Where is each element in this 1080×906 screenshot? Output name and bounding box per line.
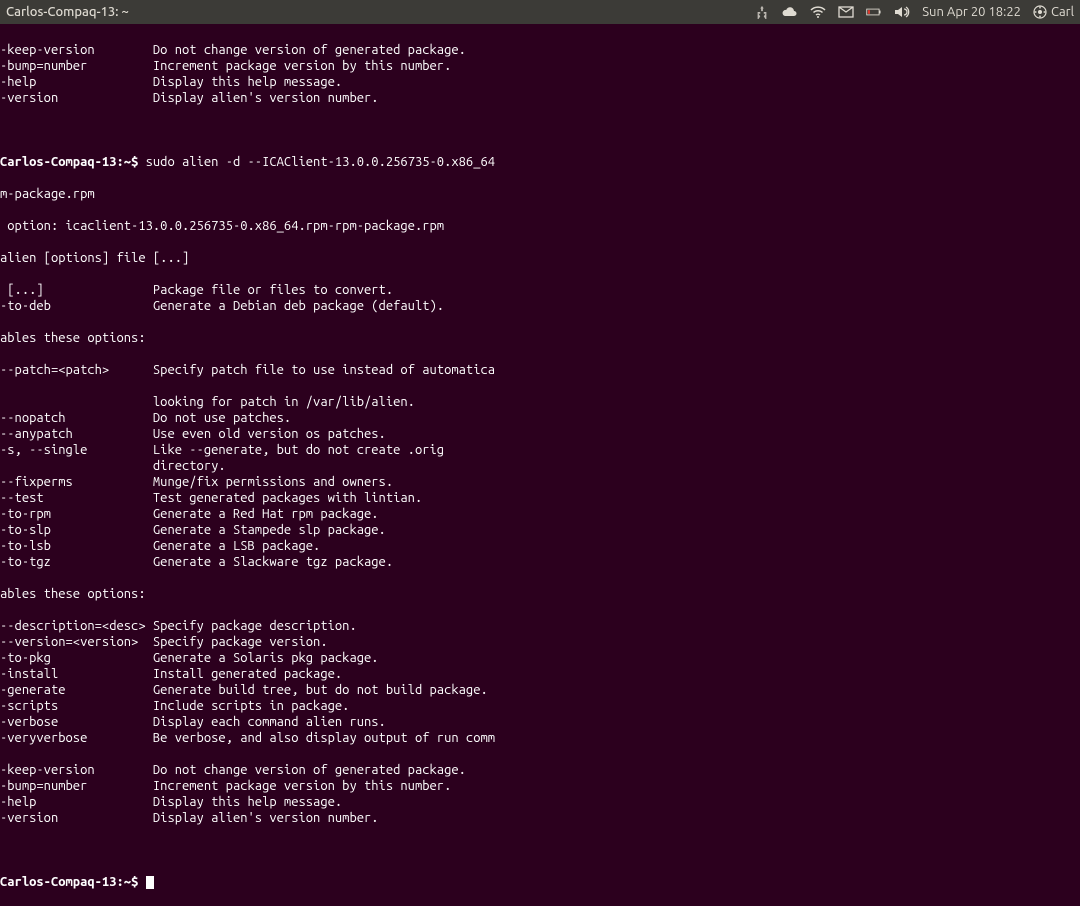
option-line: --patch=<patch> Specify patch file to us… xyxy=(0,362,1080,378)
option-line: --version=<version> Specify package vers… xyxy=(0,634,1080,650)
wifi-icon[interactable] xyxy=(810,4,826,20)
option-line: -to-rpm Generate a Red Hat rpm package. xyxy=(0,506,1080,522)
option-line: -bump=number Increment package version b… xyxy=(0,778,1080,794)
option-line xyxy=(0,378,1080,394)
volume-icon[interactable] xyxy=(894,4,910,20)
mail-icon[interactable] xyxy=(838,4,854,20)
option-line: -scripts Include scripts in package. xyxy=(0,698,1080,714)
option-line: directory. xyxy=(0,458,1080,474)
prompt-host: Carlos-Compaq-13: xyxy=(0,155,124,169)
user-menu[interactable]: Carl xyxy=(1033,5,1074,19)
option-line: -help Display this help message. xyxy=(0,794,1080,810)
option-line: -to-tgz Generate a Slackware tgz package… xyxy=(0,554,1080,570)
option-line: --test Test generated packages with lint… xyxy=(0,490,1080,506)
option-line: --anypatch Use even old version os patch… xyxy=(0,426,1080,442)
option-line: -version Display alien's version number. xyxy=(0,810,1080,826)
option-line: -to-deb Generate a Debian deb package (d… xyxy=(0,298,1080,314)
window-title: Carlos-Compaq-13: ~ xyxy=(6,5,129,19)
status-area: Sun Apr 20 18:22 Carl xyxy=(754,4,1074,20)
output-line: option: icaclient-13.0.0.256735-0.x86_64… xyxy=(0,218,1080,234)
cloud-icon[interactable] xyxy=(782,4,798,20)
option-line: -to-lsb Generate a LSB package. xyxy=(0,538,1080,554)
terminal-output[interactable]: -keep-version Do not change version of g… xyxy=(0,24,1080,906)
option-line: -bump=number Increment package version b… xyxy=(0,58,1080,74)
option-line: -version Display alien's version number. xyxy=(0,90,1080,106)
option-line: --description=<desc> Specify package des… xyxy=(0,618,1080,634)
prompt-path: ~ xyxy=(124,875,131,889)
cursor xyxy=(146,876,154,889)
option-line: --nopatch Do not use patches. xyxy=(0,410,1080,426)
command-text: sudo alien -d --ICAClient-13.0.0.256735-… xyxy=(146,155,495,169)
option-line: [...] Package file or files to convert. xyxy=(0,282,1080,298)
output-line: ables these options: xyxy=(0,586,1080,602)
output-line: ables these options: xyxy=(0,330,1080,346)
option-line xyxy=(0,746,1080,762)
option-line: -to-pkg Generate a Solaris pkg package. xyxy=(0,650,1080,666)
option-line: -verbose Display each command alien runs… xyxy=(0,714,1080,730)
option-line: -generate Generate build tree, but do no… xyxy=(0,682,1080,698)
output-line: alien [options] file [...] xyxy=(0,250,1080,266)
user-label: Carl xyxy=(1051,5,1074,19)
prompt-host: Carlos-Compaq-13: xyxy=(0,875,124,889)
option-line: -s, --single Like --generate, but do not… xyxy=(0,442,1080,458)
option-line: -help Display this help message. xyxy=(0,74,1080,90)
battery-icon[interactable] xyxy=(866,4,882,20)
option-line: -keep-version Do not change version of g… xyxy=(0,762,1080,778)
option-line: -to-slp Generate a Stampede slp package. xyxy=(0,522,1080,538)
option-line: -install Install generated package. xyxy=(0,666,1080,682)
option-line: -veryverbose Be verbose, and also displa… xyxy=(0,730,1080,746)
option-line: looking for patch in /var/lib/alien. xyxy=(0,394,1080,410)
top-menubar: Carlos-Compaq-13: ~ Sun Apr 20 18:22 Car… xyxy=(0,0,1080,24)
sync-icon[interactable] xyxy=(754,4,770,20)
option-line: -keep-version Do not change version of g… xyxy=(0,42,1080,58)
output-line: m-package.rpm xyxy=(0,186,1080,202)
prompt-path: ~ xyxy=(124,155,131,169)
clock[interactable]: Sun Apr 20 18:22 xyxy=(922,5,1021,19)
option-line: --fixperms Munge/fix permissions and own… xyxy=(0,474,1080,490)
